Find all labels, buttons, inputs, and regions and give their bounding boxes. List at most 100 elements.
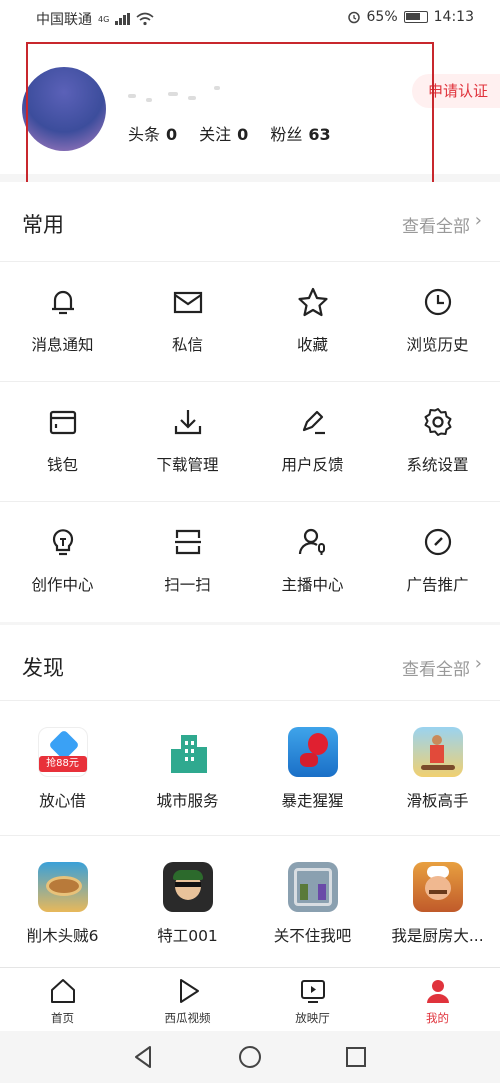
- escape-game-icon: [287, 862, 338, 912]
- city-app-icon: [170, 735, 207, 773]
- section-title: 发现: [22, 656, 64, 680]
- city-service-item[interactable]: 城市服务: [125, 701, 250, 835]
- bottom-tab-bar: 首页 西瓜视频 放映厅 我的: [0, 967, 500, 1031]
- item-label: 削木头贼6: [26, 927, 99, 945]
- tab-label: 我的: [426, 1011, 449, 1025]
- item-label: 创作中心: [31, 576, 94, 594]
- view-all-link[interactable]: 查看全部: [402, 212, 470, 237]
- anchor-user-icon: [298, 528, 325, 555]
- item-label: 消息通知: [31, 336, 94, 354]
- loan-badge: 抢88元: [38, 756, 87, 772]
- clock-icon: [424, 288, 451, 316]
- discover-row: 削木头贼6 特工001 关不住我吧 我是厨房大...: [0, 836, 500, 971]
- discover-row: 抢88元 放心借 城市服务 暴走猩猩 滑板高手: [0, 701, 500, 836]
- tab-xigua-video[interactable]: 西瓜视频: [125, 968, 250, 1031]
- signal-icon: [115, 13, 131, 25]
- item-label: 私信: [171, 336, 203, 354]
- favorites-item[interactable]: 收藏: [250, 262, 375, 381]
- messages-item[interactable]: 私信: [125, 262, 250, 381]
- tab-label: 放映厅: [295, 1011, 330, 1025]
- tab-theater[interactable]: 放映厅: [250, 968, 375, 1031]
- item-label: 扫一扫: [164, 576, 211, 594]
- tab-home[interactable]: 首页: [0, 968, 125, 1031]
- item-label: 我是厨房大...: [391, 927, 484, 945]
- home-icon: [50, 979, 75, 1003]
- scan-icon: [174, 529, 201, 555]
- feedback-item[interactable]: 用户反馈: [250, 382, 375, 501]
- profile-stats: 头条 0 关注 0 粉丝 63: [128, 121, 331, 145]
- item-label: 用户反馈: [281, 456, 344, 474]
- user-icon: [426, 980, 449, 1003]
- item-label: 关不住我吧: [273, 927, 352, 945]
- ad-promotion-item[interactable]: 广告推广: [375, 502, 500, 622]
- creator-center-item[interactable]: 创作中心: [0, 502, 125, 622]
- system-nav-bar: [0, 1031, 500, 1083]
- common-row: 消息通知 私信 收藏 浏览历史: [0, 262, 500, 382]
- item-label: 广告推广: [406, 576, 469, 594]
- item-label: 收藏: [296, 336, 328, 354]
- status-bar: 中国联通 4G 65% 14:13: [0, 0, 500, 34]
- item-label: 系统设置: [406, 456, 469, 474]
- gorilla-game-item[interactable]: 暴走猩猩: [250, 701, 375, 835]
- item-label: 特工001: [157, 927, 218, 945]
- settings-item[interactable]: 系统设置: [375, 382, 500, 501]
- mail-icon: [173, 291, 202, 314]
- chef-game-item[interactable]: 我是厨房大...: [375, 836, 500, 971]
- skate-game-item[interactable]: 滑板高手: [375, 701, 500, 835]
- gorilla-game-icon: [287, 727, 338, 777]
- item-label: 放心借: [39, 792, 86, 810]
- item-label: 滑板高手: [406, 792, 469, 810]
- carrier-label: 中国联通: [36, 12, 92, 28]
- section-title: 常用: [22, 213, 64, 237]
- wood-game-item[interactable]: 削木头贼6: [0, 836, 125, 971]
- wood-game-icon: [37, 862, 88, 912]
- alarm-icon: [347, 11, 360, 24]
- item-label: 主播中心: [281, 576, 344, 594]
- common-row: 创作中心 扫一扫 主播中心 广告推广: [0, 502, 500, 622]
- downloads-item[interactable]: 下载管理: [125, 382, 250, 501]
- avatar[interactable]: [22, 67, 106, 151]
- battery-percent: 65%: [366, 9, 398, 25]
- download-icon: [174, 410, 201, 435]
- agent-game-item[interactable]: 特工001: [125, 836, 250, 971]
- tab-label: 首页: [51, 1011, 74, 1025]
- escape-game-item[interactable]: 关不住我吧: [250, 836, 375, 971]
- item-label: 钱包: [46, 456, 78, 474]
- chef-game-icon: [412, 862, 463, 912]
- item-label: 暴走猩猩: [281, 792, 344, 810]
- scan-item[interactable]: 扫一扫: [125, 502, 250, 622]
- bell-icon: [51, 290, 74, 315]
- tab-mine[interactable]: 我的: [375, 968, 500, 1031]
- chevron-right-icon[interactable]: ›: [475, 210, 482, 231]
- clock-time: 14:13: [433, 9, 474, 25]
- stat-followers[interactable]: 粉丝 63: [270, 121, 330, 145]
- apply-certification-button[interactable]: 申请认证: [411, 74, 500, 108]
- loan-app-icon: 抢88元: [37, 727, 88, 777]
- item-label: 下载管理: [156, 456, 219, 474]
- skate-game-icon: [412, 727, 463, 777]
- wallet-item[interactable]: 钱包: [0, 382, 125, 501]
- stat-headlines[interactable]: 头条 0: [128, 121, 177, 145]
- view-all-link[interactable]: 查看全部: [402, 655, 470, 680]
- discover-section: 发现 查看全部 › 抢88元 放心借 城市服务 暴走猩猩 滑板高手 削木头贼6 …: [0, 625, 500, 971]
- home-nav-icon[interactable]: [237, 1044, 263, 1070]
- history-item[interactable]: 浏览历史: [375, 262, 500, 381]
- recents-icon[interactable]: [343, 1044, 369, 1070]
- item-label: 城市服务: [156, 792, 219, 810]
- notifications-item[interactable]: 消息通知: [0, 262, 125, 381]
- streamer-center-item[interactable]: 主播中心: [250, 502, 375, 622]
- item-label: 浏览历史: [406, 336, 469, 354]
- screen-icon: [300, 980, 325, 1003]
- common-header: 常用 查看全部 ›: [0, 182, 500, 262]
- network-type: 4G: [98, 14, 110, 24]
- common-section: 常用 查看全部 › 消息通知 私信 收藏 浏览历史 钱包 下载管理 用户反馈 系…: [0, 182, 500, 622]
- wallet-icon: [49, 410, 76, 435]
- discover-header: 发现 查看全部 ›: [0, 625, 500, 701]
- chevron-right-icon[interactable]: ›: [475, 653, 482, 674]
- stat-following[interactable]: 关注 0: [199, 121, 248, 145]
- play-icon: [179, 979, 199, 1003]
- back-icon[interactable]: [130, 1044, 156, 1070]
- loan-app-item[interactable]: 抢88元 放心借: [0, 701, 125, 835]
- profile-card[interactable]: 头条 0 关注 0 粉丝 63 申请认证: [0, 34, 500, 174]
- wifi-icon: [136, 12, 154, 26]
